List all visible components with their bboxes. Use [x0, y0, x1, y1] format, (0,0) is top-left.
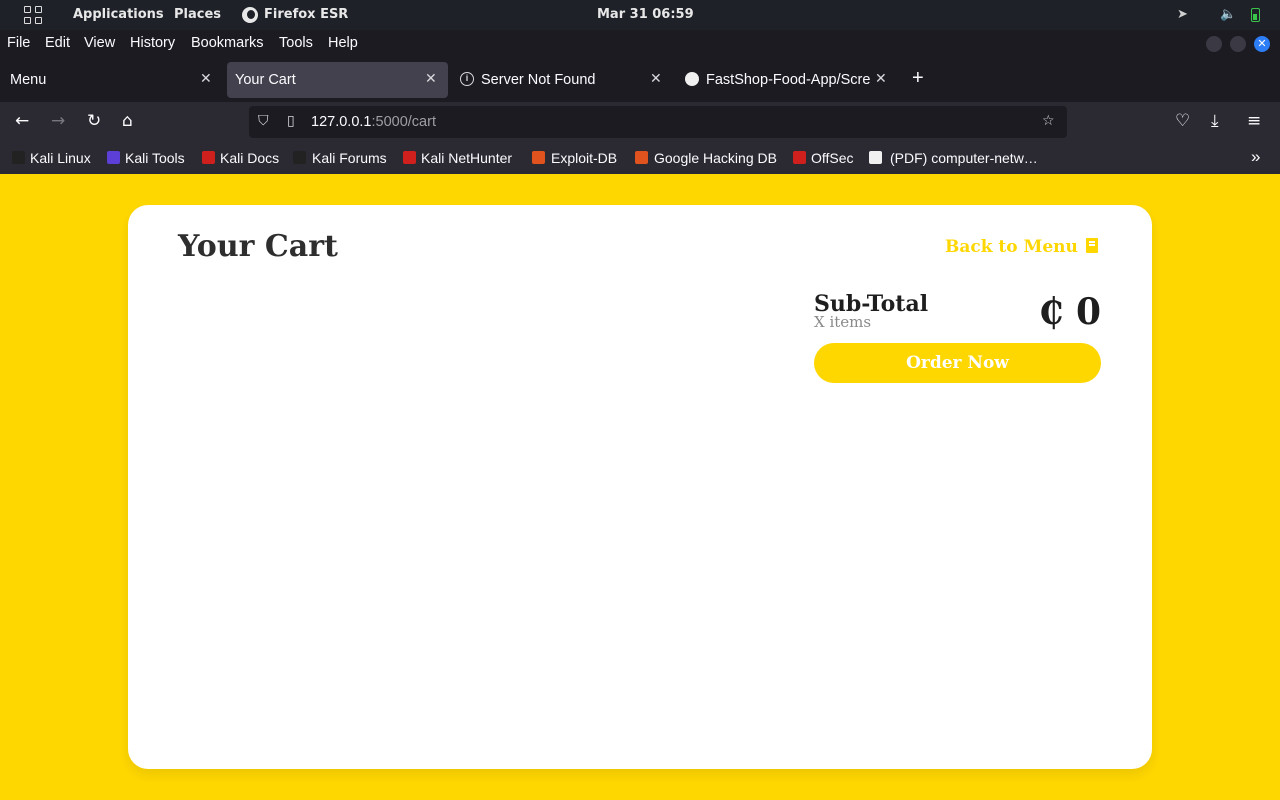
navigation-bar: ← → ↻ ⌂ ⛉ ▯ 127.0.0.1:5000/cart ☆ ♡ ⤓ ≡	[0, 102, 1280, 142]
active-app-label[interactable]: Firefox ESR	[264, 7, 348, 22]
pocket-icon[interactable]: ♡	[1175, 112, 1190, 130]
maximize-button[interactable]	[1230, 36, 1246, 52]
bookmark-offsec[interactable]: OffSec	[811, 150, 854, 166]
clock[interactable]: Mar 31 06:59	[597, 7, 694, 22]
exploit-db-icon	[532, 151, 545, 164]
bookmark-kali-forums[interactable]: Kali Forums	[312, 150, 387, 166]
close-window-button[interactable]: ✕	[1254, 36, 1270, 52]
cart-card: Your Cart Back to Menu Sub-Total X items…	[128, 205, 1152, 769]
tab-menu[interactable]: Menu ✕	[2, 62, 220, 98]
bookmark-kali-tools[interactable]: Kali Tools	[125, 150, 185, 166]
menu-help[interactable]: Help	[328, 35, 358, 51]
order-now-button[interactable]: Order Now	[814, 343, 1101, 383]
battery-icon[interactable]	[1251, 8, 1260, 22]
url-text[interactable]: 127.0.0.1:5000/cart	[311, 114, 436, 130]
bookmark-pdf[interactable]: (PDF) computer-netw…	[890, 150, 1038, 166]
bookmark-star-icon[interactable]: ☆	[1042, 113, 1055, 129]
shield-icon[interactable]: ⛉	[258, 113, 269, 129]
bookmarks-overflow-icon[interactable]: »	[1251, 148, 1260, 166]
firefox-icon	[242, 7, 258, 23]
home-icon[interactable]: ⌂	[122, 112, 133, 130]
menu-tools[interactable]: Tools	[279, 35, 313, 51]
tab-server-not-found[interactable]: i Server Not Found ✕	[452, 62, 673, 98]
kali-nethunter-icon	[403, 151, 416, 164]
back-arrow-icon[interactable]: ←	[15, 112, 29, 130]
hamburger-menu-icon[interactable]: ≡	[1247, 112, 1261, 130]
items-count: X items	[814, 313, 872, 331]
menu-view[interactable]: View	[84, 35, 115, 51]
tab-title: Server Not Found	[481, 72, 596, 88]
apps-grid-icon[interactable]	[24, 6, 42, 24]
github-icon	[685, 72, 699, 86]
bookmark-kali-linux[interactable]: Kali Linux	[30, 150, 91, 166]
reload-icon[interactable]: ↻	[87, 112, 101, 130]
page-title: Your Cart	[178, 229, 338, 264]
google-hacking-db-icon	[635, 151, 648, 164]
menu-history[interactable]: History	[130, 35, 175, 51]
system-top-bar: Applications Places Firefox ESR Mar 31 0…	[0, 0, 1280, 30]
bookmark-exploit-db[interactable]: Exploit-DB	[551, 150, 617, 166]
page-background: Your Cart Back to Menu Sub-Total X items…	[0, 174, 1280, 800]
tab-github[interactable]: FastShop-Food-App/Scre ✕	[677, 62, 898, 98]
menu-book-icon	[1085, 238, 1098, 253]
close-tab-icon[interactable]: ✕	[425, 70, 437, 87]
bookmarks-bar: Kali Linux Kali Tools Kali Docs Kali For…	[0, 142, 1280, 174]
url-host: 127.0.0.1	[311, 114, 372, 130]
tab-your-cart[interactable]: Your Cart ✕	[227, 62, 448, 98]
bookmark-kali-nethunter[interactable]: Kali NetHunter	[421, 150, 512, 166]
new-tab-button[interactable]: +	[912, 68, 924, 88]
telegram-icon[interactable]: ➤	[1177, 7, 1188, 22]
menu-bookmarks[interactable]: Bookmarks	[191, 35, 264, 51]
kali-tools-icon	[107, 151, 120, 164]
url-path: :5000/cart	[371, 114, 436, 130]
applications-menu[interactable]: Applications	[73, 7, 164, 22]
pdf-icon	[869, 151, 882, 164]
back-to-menu-link[interactable]: Back to Menu	[945, 237, 1098, 257]
bookmark-kali-docs[interactable]: Kali Docs	[220, 150, 279, 166]
places-menu[interactable]: Places	[174, 7, 221, 22]
page-icon[interactable]: ▯	[287, 113, 295, 129]
forward-arrow-icon[interactable]: →	[51, 112, 65, 130]
menu-edit[interactable]: Edit	[45, 35, 70, 51]
offsec-icon	[793, 151, 806, 164]
browser-menu-bar: File Edit View History Bookmarks Tools H…	[0, 30, 1280, 58]
tab-title: FastShop-Food-App/Scre	[706, 72, 871, 88]
tab-strip: Menu ✕ Your Cart ✕ i Server Not Found ✕ …	[0, 58, 1280, 102]
tab-title: Menu	[10, 72, 47, 88]
address-bar[interactable]: ⛉ ▯ 127.0.0.1:5000/cart ☆	[249, 106, 1067, 138]
kali-docs-icon	[202, 151, 215, 164]
close-tab-icon[interactable]: ✕	[200, 70, 212, 87]
volume-icon[interactable]: 🔈	[1220, 7, 1236, 22]
back-to-menu-label: Back to Menu	[945, 237, 1078, 257]
info-icon: i	[460, 72, 474, 86]
close-tab-icon[interactable]: ✕	[875, 70, 887, 87]
total-amount: ₵ 0	[1038, 291, 1101, 333]
close-tab-icon[interactable]: ✕	[650, 70, 662, 87]
bookmark-google-hacking-db[interactable]: Google Hacking DB	[654, 150, 777, 166]
menu-file[interactable]: File	[7, 35, 30, 51]
tab-title: Your Cart	[235, 72, 296, 88]
downloads-icon[interactable]: ⤓	[1211, 112, 1219, 130]
kali-forums-icon	[293, 151, 306, 164]
minimize-button[interactable]	[1206, 36, 1222, 52]
kali-linux-icon	[12, 151, 25, 164]
